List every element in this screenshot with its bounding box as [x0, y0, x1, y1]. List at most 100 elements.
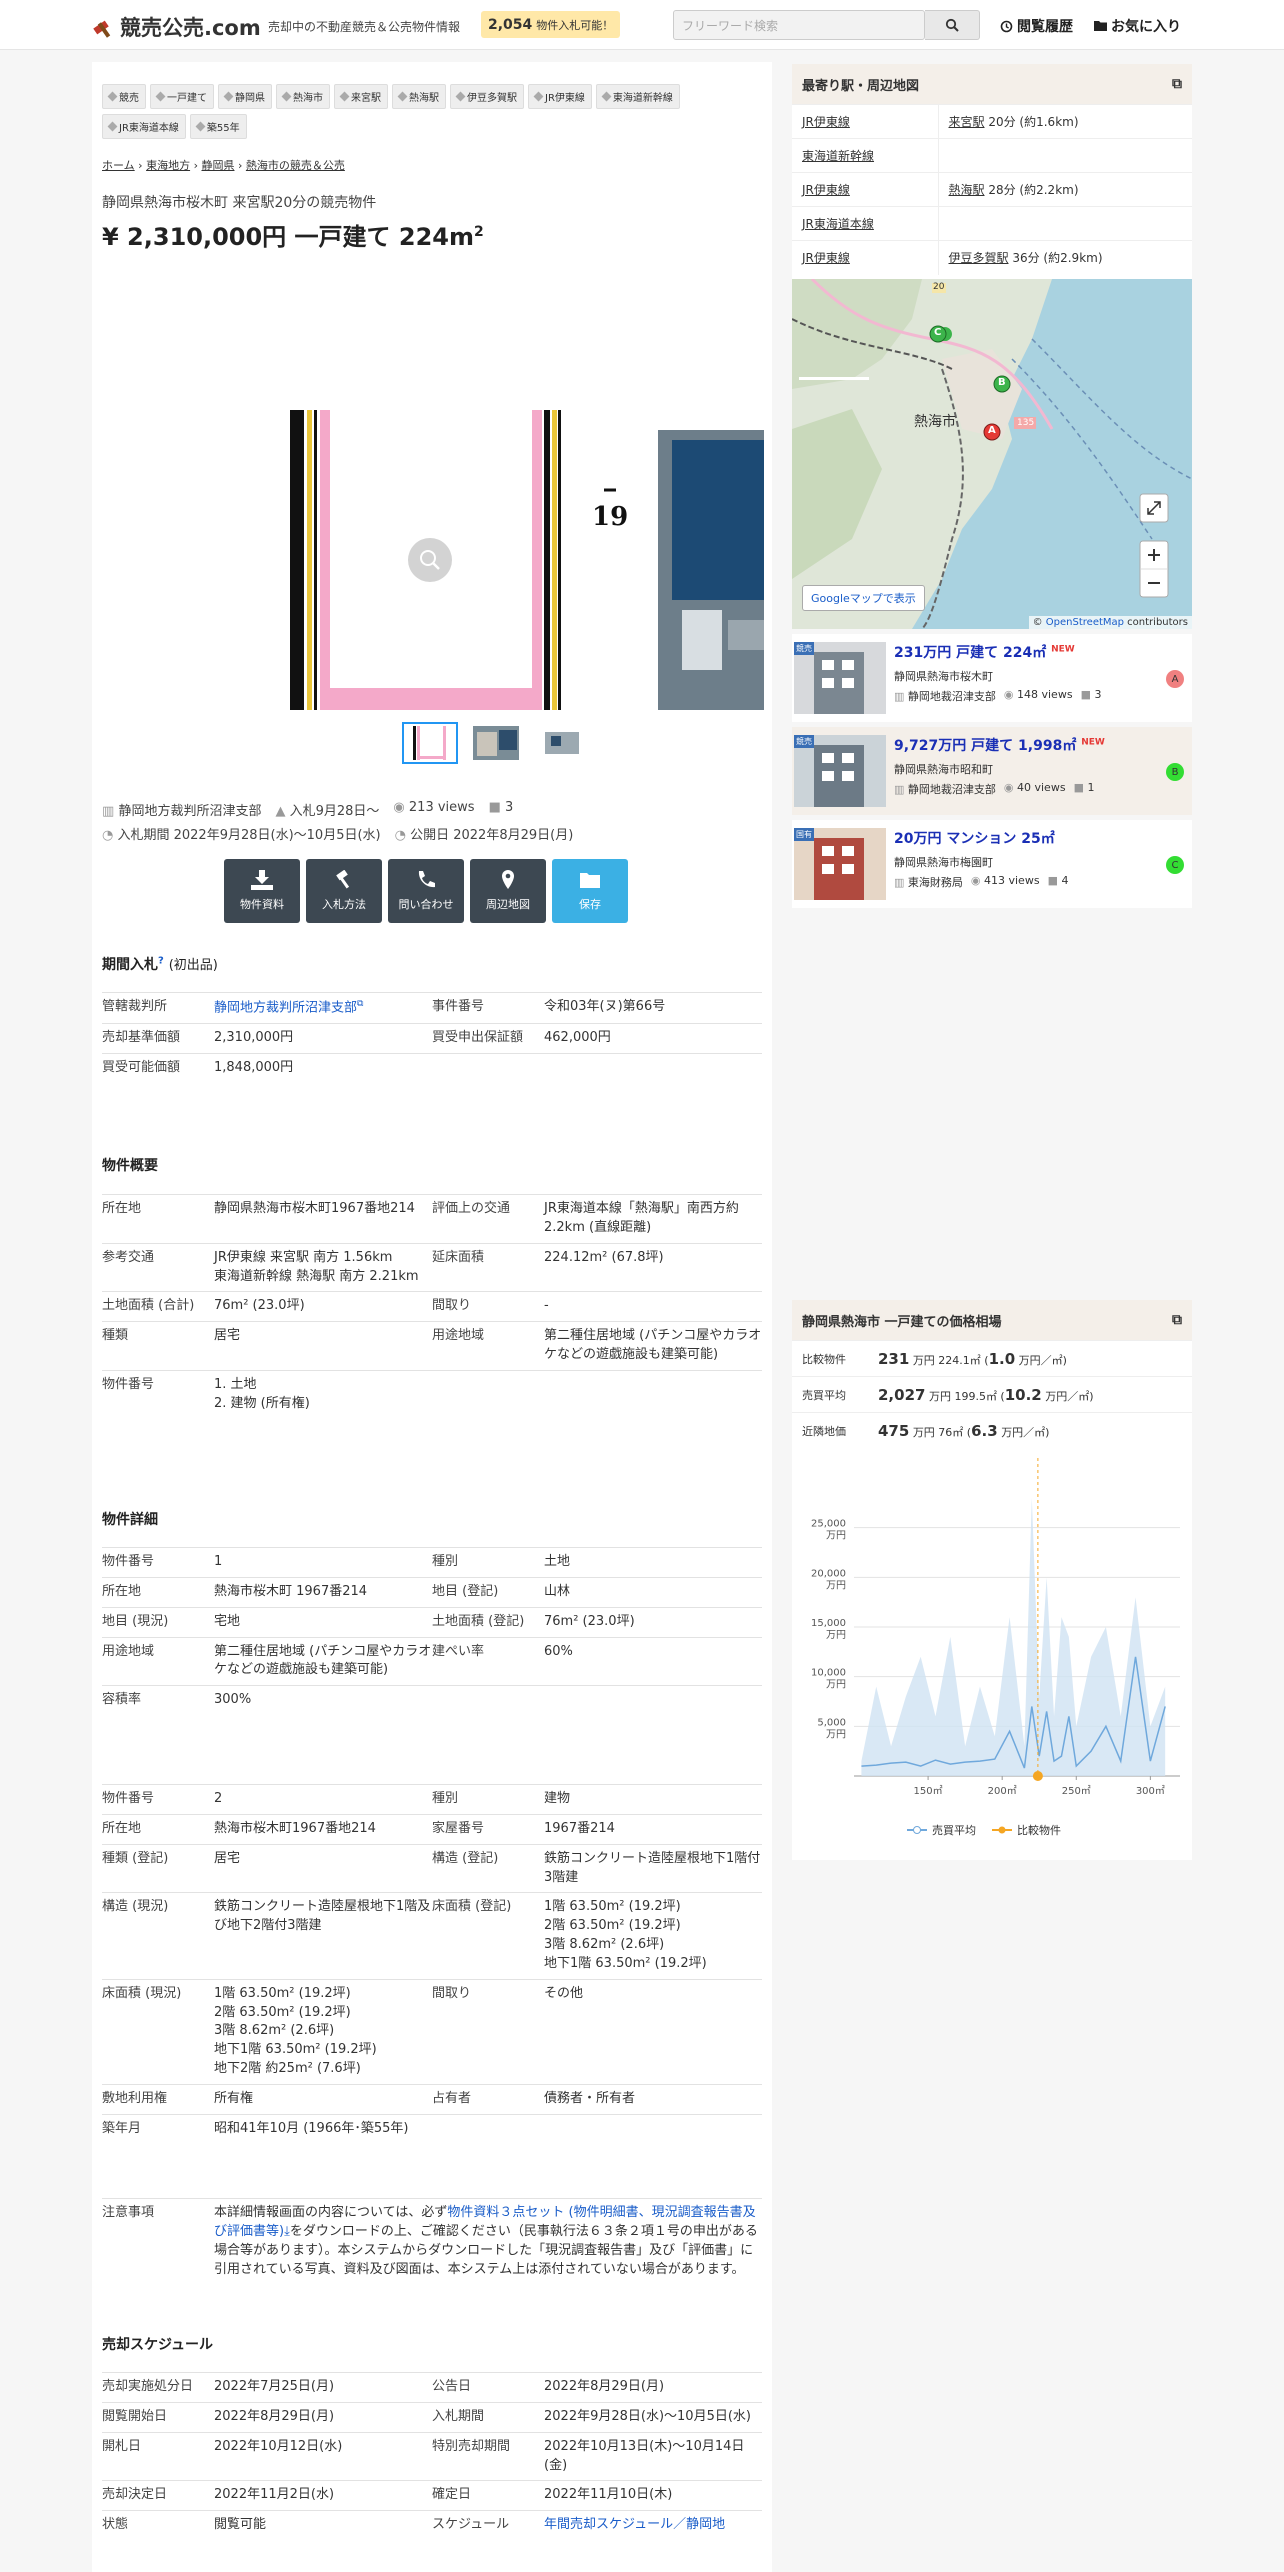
help-icon[interactable]: ? [158, 955, 164, 966]
line-link[interactable]: JR伊東線 [802, 251, 850, 265]
court-name: 静岡地方裁判所沼津支部 [118, 804, 262, 819]
field-value: 熱海市桜木町1967番地214 [214, 1813, 432, 1845]
tag-label: JR東海道本線 [119, 123, 179, 134]
listing-title[interactable]: 9,727万円 戸建て 1,998㎡ NEW [894, 735, 1105, 755]
area-map-button[interactable]: 周辺地図 [470, 859, 546, 923]
google-maps-button[interactable]: Googleマップで表示 [802, 585, 925, 611]
listing-meta: ▥ 東海財務局 ◉ 413 views ■ 4 [894, 874, 1068, 890]
field-label: 特別売却期間 [432, 2431, 544, 2481]
station-distance: 28分 (約2.2km) [988, 183, 1079, 197]
contact-button[interactable]: 問い合わせ [388, 859, 464, 923]
detail-heading: 物件詳細 [102, 1512, 158, 1528]
zoom-icon[interactable] [408, 538, 452, 582]
field-value: JR東海道本線「熱海駅」南西方約2.2km (直線距離) [544, 1194, 762, 1244]
tag-chip[interactable]: 伊豆多賀駅 [450, 84, 524, 109]
price-amount: 475 [878, 1421, 910, 1440]
field-value: 2022年10月13日(木)〜10月14日(金) [544, 2431, 762, 2481]
tag-chip[interactable]: 築55年 [189, 114, 247, 139]
tag-chip[interactable]: 競売 [102, 84, 146, 109]
field-label: 種類 [102, 1321, 214, 1371]
external-link-icon[interactable]: ⧉ [1172, 1312, 1182, 1328]
gavel-icon [336, 870, 350, 889]
tag-chip[interactable]: 熱海市 [276, 84, 330, 109]
tag-chip[interactable]: 静岡県 [218, 84, 272, 109]
line-link[interactable]: 東海道新幹線 [802, 149, 874, 163]
line-link[interactable]: JR東海道本線 [802, 217, 874, 231]
site-logo[interactable]: 競売公売.com [92, 12, 261, 42]
stations-box: 最寄り駅・周辺地図 ⧉ JR伊東線 来宮駅 20分 (約1.6km) 東海道新幹線 JR… [792, 64, 1192, 629]
tag-chip[interactable]: 東海道新幹線 [595, 84, 680, 109]
field-value: 鉄筋コンクリート造陸屋根地下1階及び地下2階付3階建 [214, 1892, 432, 1980]
breadcrumb-home[interactable]: ホーム [102, 159, 135, 172]
listing-title[interactable]: 20万円 マンション 25㎡ [894, 828, 1055, 848]
notice-text-a: 本詳細情報画面の内容については、必ず [214, 2205, 448, 2220]
y-tick-unit: 万円 [826, 1680, 846, 1691]
field-label: 家屋番号 [432, 1813, 544, 1845]
field-value [544, 1685, 762, 1716]
listing-comment-count: 4 [1061, 874, 1069, 887]
save-button[interactable]: 保存 [552, 859, 628, 923]
breadcrumb-region[interactable]: 東海地方 [146, 159, 190, 172]
table-row: 物件番号 1 種別 土地 [102, 1547, 762, 1578]
tag-chip[interactable]: JR伊東線 [528, 84, 592, 109]
breadcrumb-city[interactable]: 熱海市の競売＆公売 [246, 159, 345, 172]
legend-cmp-label: 比較物件 [1017, 1823, 1061, 1837]
tag-chip[interactable]: 来宮駅 [334, 84, 388, 109]
tag-label: 来宮駅 [351, 93, 381, 104]
table-row: 用途地域 第二種住居地域 (パチンコ屋やカラオケなどの遊戯施設も建築可能) 建ぺい率… [102, 1636, 762, 1686]
line-link[interactable]: JR伊東線 [802, 183, 850, 197]
external-link-icon[interactable]: ⧉ [1172, 76, 1182, 92]
breadcrumb-prefecture[interactable]: 静岡県 [201, 159, 234, 172]
history-link[interactable]: 閲覧履歴 [1000, 16, 1073, 36]
station-link[interactable]: 熱海駅 [949, 183, 985, 197]
tag-chip[interactable]: 熱海駅 [392, 84, 446, 109]
nearby-listing-card[interactable]: 競売 231万円 戸建て 224㎡ NEW 静岡県熱海市桜木町 ▥ 静岡地裁沼津支部 ◉… [792, 634, 1192, 722]
listing-views: ◉ 148 views [1004, 688, 1073, 704]
property-photo[interactable]: 19 [252, 410, 764, 710]
field-label [432, 1053, 544, 1083]
station-link[interactable]: 来宮駅 [949, 115, 985, 129]
annual-schedule-link[interactable]: 年間売却スケジュール／静岡地 [544, 2517, 725, 2532]
table-row: 種類 (登記) 居宅 構造 (登記) 鉄筋コンクリート造陸屋根地下1階付3階建 [102, 1843, 762, 1893]
station-row: JR東海道本線 [792, 206, 1192, 241]
field-label: 種別 [432, 1784, 544, 1815]
field-label: 用途地域 [102, 1636, 214, 1686]
y-tick-unit: 万円 [826, 1580, 846, 1591]
clock-icon: ◔ [102, 828, 114, 843]
field-value: 2022年10月12日(水) [214, 2431, 432, 2481]
bid-method-button[interactable]: 入札方法 [306, 859, 382, 923]
field-value: - [544, 1291, 762, 1322]
documents-button[interactable]: 物件資料 [224, 859, 300, 923]
station-link[interactable]: 伊豆多賀駅 [949, 251, 1009, 265]
y-tick-label: 10,000 [811, 1668, 846, 1679]
y-tick-label: 15,000 [811, 1618, 846, 1629]
listing-view-count: 148 views [1017, 688, 1073, 701]
court-link[interactable]: 静岡地方裁判所沼津支部 [214, 1000, 357, 1015]
search-input[interactable]: フリーワード検索 [673, 10, 925, 40]
field-value: 債務者・所有者 [544, 2083, 762, 2115]
field-label: 売却基準価額 [102, 1023, 214, 1054]
thumbnail-1[interactable] [402, 722, 458, 764]
field-label: 延床面積 [432, 1242, 544, 1292]
table-row: 土地面積 (合計) 76m² (23.0坪) 間取り - [102, 1291, 762, 1322]
line-link[interactable]: JR伊東線 [802, 115, 850, 129]
tag-chip[interactable]: 一戸建て [150, 84, 214, 109]
field-value: 第二種住居地域 (パチンコ屋やカラオケなどの遊戯施設も建築可能) [544, 1321, 762, 1371]
field-value: 静岡県熱海市桜木町1967番地214 [214, 1194, 432, 1244]
tag-icon [455, 91, 466, 102]
tag-chip[interactable]: JR東海道本線 [102, 114, 186, 139]
nearby-listing-card[interactable]: 国有 20万円 マンション 25㎡ 静岡県熱海市梅園町 ▥ 東海財務局 ◉ 413 vi… [792, 820, 1192, 908]
nearby-listing-card[interactable]: 競売 9,727万円 戸建て 1,998㎡ NEW 静岡県熱海市昭和町 ▥ 静岡地裁沼… [792, 727, 1192, 815]
price-unit: 万円 199.5㎡ ( [928, 1389, 1005, 1403]
field-label: 床面積 (現況) [102, 1978, 214, 2085]
listing-court-name: 静岡地裁沼津支部 [907, 783, 996, 796]
x-tick-label: 150㎡ [914, 1785, 943, 1797]
thumbnail-3[interactable] [534, 722, 590, 764]
osm-link[interactable]: OpenStreetMap [1046, 617, 1124, 628]
y-tick-unit: 万円 [826, 1630, 846, 1641]
search-button[interactable] [925, 10, 980, 40]
listing-title[interactable]: 231万円 戸建て 224㎡ NEW [894, 642, 1075, 662]
thumbnail-2[interactable] [468, 722, 524, 764]
favorites-link[interactable]: お気に入り [1094, 16, 1181, 36]
area-map[interactable]: 20 135 C B A 熱海市 Googleマップで表示 © OpenStre… [792, 279, 1192, 629]
